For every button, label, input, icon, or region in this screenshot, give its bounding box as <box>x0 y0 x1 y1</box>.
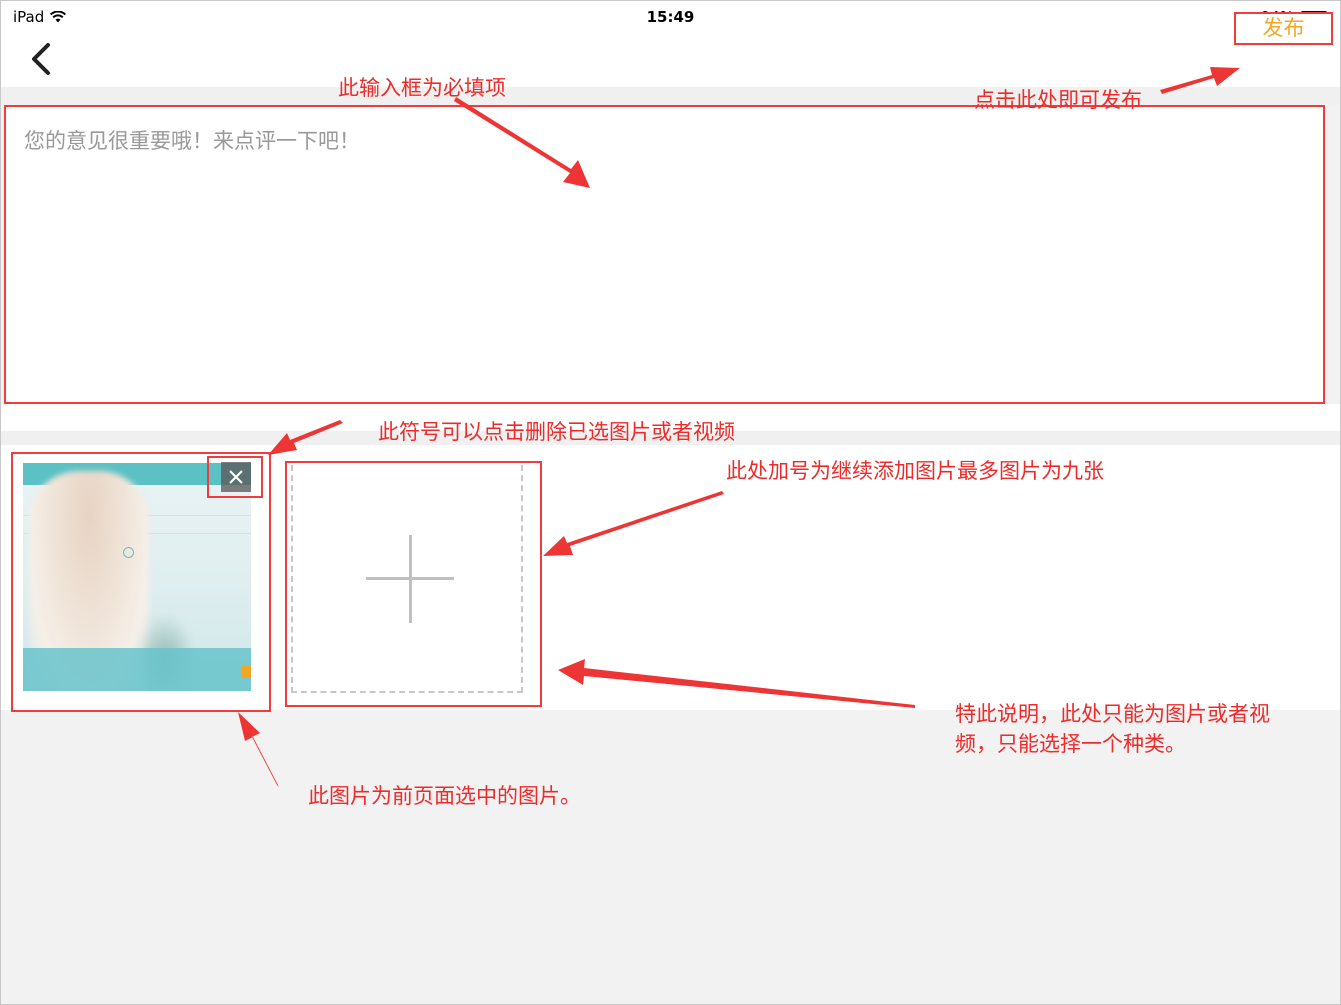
annotation-publish-hint: 点击此处即可发布 <box>974 88 1142 112</box>
thumbnail-orange-tag <box>241 666 251 678</box>
annotation-required-input: 此输入框为必填项 <box>338 76 506 100</box>
thumbnail-bottom-bar <box>23 648 251 691</box>
delete-media-button[interactable] <box>207 456 263 498</box>
close-glyph <box>229 470 243 484</box>
annotation-type-hint-line2: 频，只能选择一个种类。 <box>955 732 1186 756</box>
status-time: 15:49 <box>646 8 695 26</box>
thumbnail-add-circle <box>123 547 134 558</box>
nav-bar <box>1 31 1340 87</box>
close-icon <box>221 462 251 492</box>
status-bar: iPad 15:49 94% <box>1 1 1340 31</box>
back-button[interactable] <box>23 37 63 81</box>
feedback-input-box <box>4 105 1325 404</box>
feedback-textarea[interactable] <box>24 125 1294 385</box>
annotation-add-hint: 此处加号为继续添加图片最多图片为九张 <box>726 459 1104 483</box>
annotation-thumbnail-hint: 此图片为前页面选中的图片。 <box>308 784 581 808</box>
chevron-left-icon <box>32 43 50 75</box>
publish-button[interactable]: 发布 <box>1234 12 1333 45</box>
plus-icon-vertical <box>409 535 412 623</box>
add-media-button[interactable] <box>285 461 542 707</box>
annotation-type-hint-line1: 特此说明，此处只能为图片或者视 <box>955 702 1270 726</box>
add-media-dashed-frame <box>291 465 523 693</box>
annotation-delete-hint: 此符号可以点击删除已选图片或者视频 <box>378 420 735 444</box>
